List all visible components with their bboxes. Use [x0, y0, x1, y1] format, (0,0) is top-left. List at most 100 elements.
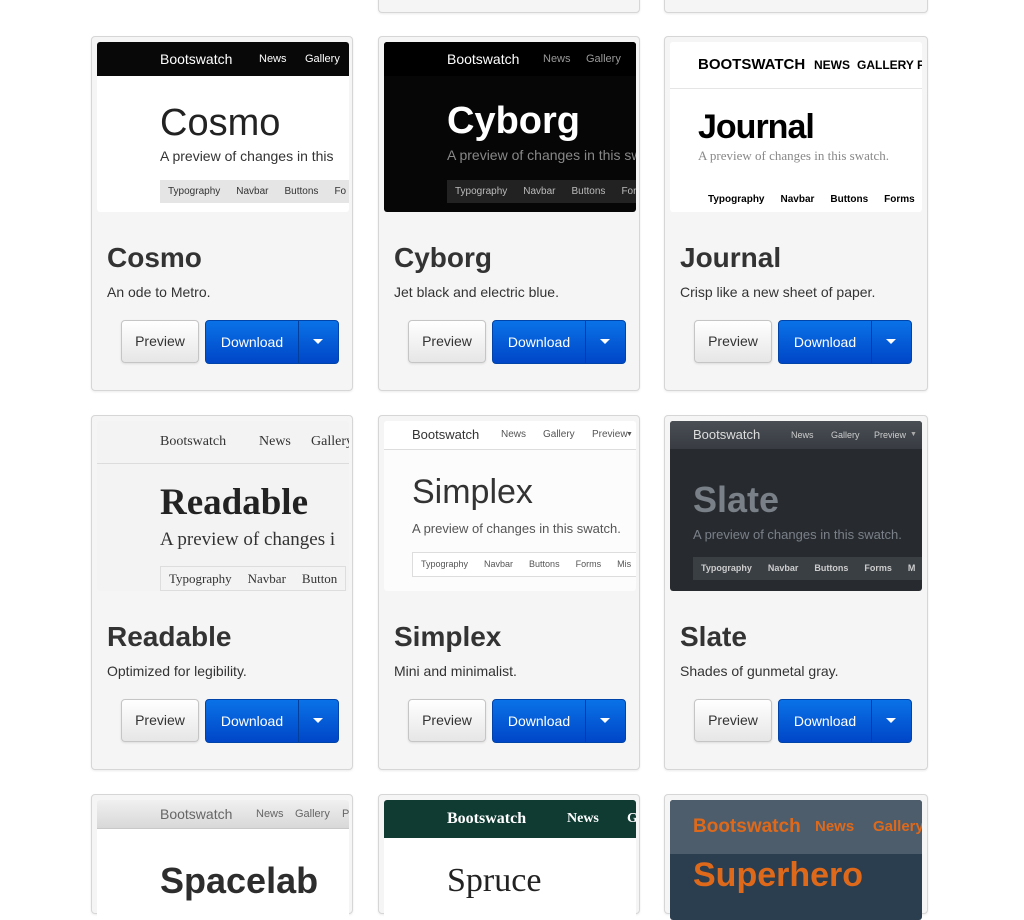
preview-tab: Typography	[169, 571, 232, 586]
download-label: Download	[220, 713, 284, 729]
preview-nav-news: News	[259, 434, 291, 449]
preview-tab: Buttons	[830, 194, 869, 205]
preview-tab: Buttons	[284, 186, 319, 197]
preview-nav-news: News	[501, 429, 527, 440]
preview-subheading: A preview of changes i	[160, 529, 336, 550]
download-label: Download	[507, 334, 571, 350]
theme-description: Jet black and electric blue.	[394, 284, 559, 300]
preview-nav-news: News	[256, 808, 284, 820]
preview-tab: Typography	[421, 559, 469, 569]
preview-navbar: Bootswatch News Gallery	[384, 42, 636, 76]
caret-down-icon: ▼	[910, 431, 917, 438]
theme-card-cyborg: Bootswatch News Gallery Cyborg A preview…	[378, 36, 640, 391]
preview-nav-gallery: Gallery	[295, 808, 330, 820]
preview-navbar: Bootswatch News Gallery Preview ▼	[670, 421, 922, 449]
preview-tab: Navbar	[767, 563, 799, 573]
preview-brand: Bootswatch	[160, 51, 233, 67]
preview-brand: Bootswatch	[693, 427, 761, 442]
preview-tab: Forms	[864, 563, 892, 573]
preview-brand: Bootswatch	[447, 810, 527, 827]
preview-tabs: Typography Navbar Button	[160, 566, 347, 591]
preview-tab: Typography	[701, 563, 752, 573]
theme-title: Slate	[680, 621, 747, 652]
theme-title: Readable	[107, 621, 232, 652]
preview-tab: Navbar	[484, 559, 514, 569]
preview-subheading: A preview of changes in this sw	[447, 147, 636, 163]
theme-preview-thumbnail[interactable]: Bootswatch News Gallery Preview ▼ Slate …	[670, 421, 922, 591]
theme-card-partial	[664, 0, 928, 13]
preview-navbar: Bootswatch News Gallery	[97, 421, 349, 464]
preview-heading: Superhero	[693, 856, 864, 894]
preview-tabs: Typography Navbar Buttons Forms M	[693, 557, 922, 580]
theme-preview-thumbnail[interactable]: BOOTSWATCH NEWS GALLERY F Journal A prev…	[670, 42, 922, 212]
preview-tabs: Typography Navbar Buttons Form	[447, 180, 636, 203]
preview-navbar: Bootswatch News Gallery	[97, 42, 349, 76]
theme-preview-thumbnail[interactable]: Bootswatch News Gallery P Spacelab	[97, 800, 349, 920]
preview-nav-gallery: Gallery	[586, 53, 621, 65]
preview-subheading: A preview of changes in this swatch.	[693, 527, 902, 542]
preview-brand: Bootswatch	[412, 427, 480, 442]
preview-tabs: Typography Navbar Buttons Fo	[160, 180, 349, 203]
preview-brand: BOOTSWATCH	[698, 56, 806, 73]
download-button[interactable]: Download	[205, 699, 339, 743]
caret-down-icon	[600, 718, 610, 723]
theme-card-simplex: Bootswatch News Gallery Preview ▼ Simple…	[378, 415, 640, 770]
preview-button[interactable]: Preview	[121, 320, 199, 363]
preview-tabs: Typography Navbar Buttons Forms	[700, 188, 922, 211]
download-dropdown-toggle[interactable]	[872, 700, 911, 742]
preview-subheading: A preview of changes in this swatch.	[412, 521, 621, 536]
theme-title: Cyborg	[394, 242, 492, 273]
download-label: Download	[220, 334, 284, 350]
preview-tab: Button	[301, 571, 338, 586]
preview-nav-gallery: Gallery	[305, 53, 340, 65]
preview-heading: Journal	[698, 108, 815, 146]
download-button[interactable]: Download	[778, 699, 912, 743]
preview-button[interactable]: Preview	[408, 699, 486, 742]
preview-tabs: Typography Navbar Buttons Forms Mis	[412, 552, 636, 577]
theme-description: Optimized for legibility.	[107, 663, 247, 679]
theme-preview-thumbnail[interactable]: Bootswatch News Gallery Superhero	[670, 800, 922, 920]
theme-card-slate: Bootswatch News Gallery Preview ▼ Slate …	[664, 415, 928, 770]
preview-tab: Form	[621, 186, 636, 197]
theme-preview-thumbnail[interactable]: Bootswatch News Gallery Cosmo A preview …	[97, 42, 349, 212]
download-button[interactable]: Download	[492, 699, 626, 743]
preview-tab: Typography	[708, 194, 765, 205]
preview-tab: Buttons	[814, 563, 849, 573]
preview-nav-news: News	[567, 811, 599, 826]
theme-title: Cosmo	[107, 242, 202, 273]
theme-preview-thumbnail[interactable]: Bootswatch News Gallery Cyborg A preview…	[384, 42, 636, 212]
download-button[interactable]: Download	[205, 320, 339, 364]
preview-nav-news: News	[815, 818, 855, 835]
caret-down-icon	[600, 339, 610, 344]
caret-down-icon	[313, 718, 323, 723]
download-label: Download	[793, 713, 857, 729]
download-dropdown-toggle[interactable]	[586, 700, 625, 742]
download-dropdown-toggle[interactable]	[872, 321, 911, 363]
preview-brand: Bootswatch	[160, 434, 227, 449]
download-dropdown-toggle[interactable]	[586, 321, 625, 363]
preview-navbar: Bootswatch News Gallery	[670, 800, 922, 854]
preview-button[interactable]: Preview	[121, 699, 199, 742]
preview-navbar: Bootswatch News Gallery Preview ▼	[384, 421, 636, 450]
preview-tab: Navbar	[523, 186, 556, 197]
theme-preview-thumbnail[interactable]: Bootswatch News Gallery Preview ▼ Simple…	[384, 421, 636, 591]
theme-preview-thumbnail[interactable]: Bootswatch News G Spruce	[384, 800, 636, 920]
download-button[interactable]: Download	[778, 320, 912, 364]
theme-card-readable: Bootswatch News Gallery Readable A previ…	[91, 415, 353, 770]
preview-button[interactable]: Preview	[694, 699, 772, 742]
preview-button[interactable]: Preview	[408, 320, 486, 363]
preview-tab: Navbar	[780, 194, 815, 205]
preview-heading: Cyborg	[447, 100, 580, 142]
preview-nav-preview: Preview	[592, 429, 628, 440]
theme-description: Shades of gunmetal gray.	[680, 663, 839, 679]
preview-tab: Mis	[617, 559, 632, 569]
preview-tab: Navbar	[247, 571, 286, 586]
preview-nav-news: News	[791, 430, 814, 440]
download-dropdown-toggle[interactable]	[299, 700, 338, 742]
preview-button[interactable]: Preview	[694, 320, 772, 363]
download-dropdown-toggle[interactable]	[299, 321, 338, 363]
preview-tab: Forms	[575, 559, 602, 569]
download-button[interactable]: Download	[492, 320, 626, 364]
theme-preview-thumbnail[interactable]: Bootswatch News Gallery Readable A previ…	[97, 421, 349, 591]
preview-tab: Forms	[884, 194, 915, 205]
